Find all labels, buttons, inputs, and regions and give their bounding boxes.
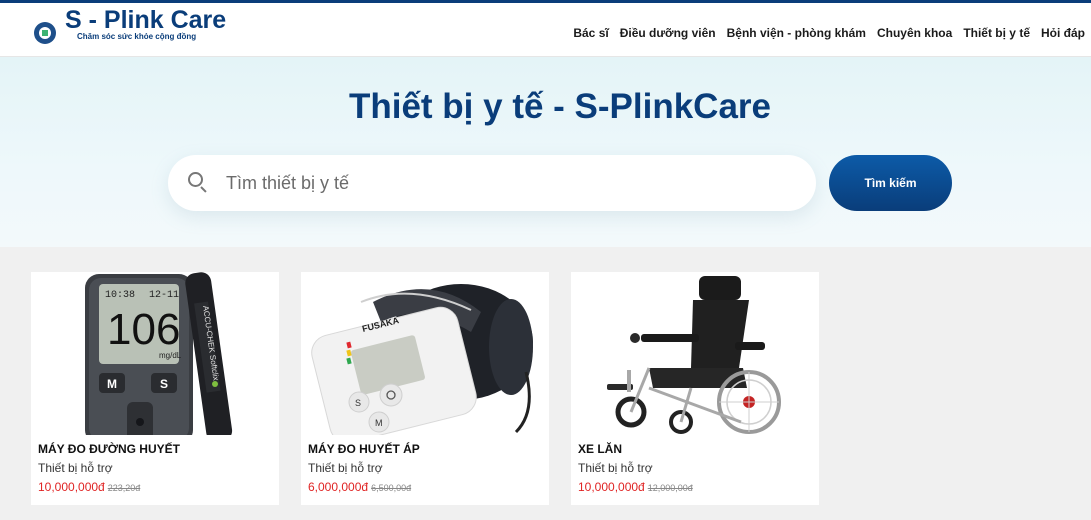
meter-button-s: S (160, 377, 168, 391)
page-title: Thiết bị y tế - S-PlinkCare (348, 87, 772, 126)
product-image: 10:38 12-11 106 mg/dL M S ACCU-CHEK Soft… (31, 272, 279, 435)
old-price: 6,500,00đ (371, 483, 412, 493)
product-category: Thiết bị hỗ trợ (38, 461, 113, 475)
old-price: 223,20đ (107, 483, 141, 493)
product-price: 6,000,000đ 6,500,00đ (308, 480, 411, 494)
current-price: 10,000,000đ (38, 480, 105, 494)
meter-time: 10:38 (105, 290, 135, 301)
logo-icon (34, 22, 56, 44)
nav-doctors[interactable]: Bác sĩ (573, 26, 608, 40)
blood-pressure-monitor-image: FUSAKA S M (301, 272, 549, 435)
wheelchair-image (571, 272, 819, 435)
current-price: 6,000,000đ (308, 480, 369, 494)
product-list: 10:38 12-11 106 mg/dL M S ACCU-CHEK Soft… (0, 247, 1091, 520)
product-card[interactable]: XE LĂN Thiết bị hỗ trợ 10,000,000đ 12,000… (571, 272, 819, 505)
logo-title: S - Plink Care (65, 6, 227, 34)
product-card[interactable]: 10:38 12-11 106 mg/dL M S ACCU-CHEK Soft… (31, 272, 279, 505)
bp-button-m: M (375, 418, 383, 428)
nav-hospitals-clinics[interactable]: Bệnh viện - phòng khám (727, 26, 866, 40)
main-nav: Bác sĩ Điều dưỡng viên Bệnh viện - phòng… (573, 26, 1085, 40)
product-image: FUSAKA S M (301, 272, 549, 435)
search-input[interactable] (226, 172, 786, 194)
search-icon (188, 172, 210, 194)
nav-nurses[interactable]: Điều dưỡng viên (620, 26, 716, 40)
glucose-meter-image: 10:38 12-11 106 mg/dL M S ACCU-CHEK Soft… (31, 272, 279, 435)
meter-reading: 106 (107, 305, 180, 354)
product-category: Thiết bị hỗ trợ (578, 461, 653, 475)
current-price: 10,000,000đ (578, 480, 645, 494)
product-image (571, 272, 819, 435)
product-price: 10,000,000đ 223,20đ (38, 480, 140, 494)
logo-text: S - Plink Care Chăm sóc sức khỏe cộng đồ… (65, 5, 226, 41)
site-logo[interactable]: S - Plink Care Chăm sóc sức khỏe cộng đồ… (34, 5, 226, 44)
search-box (168, 155, 816, 211)
bp-button-s: S (355, 398, 361, 408)
meter-unit: mg/dL (159, 351, 182, 360)
meter-date: 12-11 (149, 290, 179, 301)
product-name[interactable]: MÁY ĐO HUYẾT ÁP (308, 442, 420, 456)
meter-button-m: M (107, 377, 117, 391)
product-category: Thiết bị hỗ trợ (308, 461, 383, 475)
nav-specialties[interactable]: Chuyên khoa (877, 26, 952, 40)
product-card[interactable]: FUSAKA S M MÁY ĐO HUYẾT ÁP Thiết bị hỗ t… (301, 272, 549, 505)
search-button[interactable]: Tìm kiếm (829, 155, 952, 211)
nav-medical-devices[interactable]: Thiết bị y tế (963, 26, 1030, 40)
hero-section: Thiết bị y tế - S-PlinkCare Tìm kiếm (0, 57, 1091, 247)
top-navigation-bar: S - Plink Care Chăm sóc sức khỏe cộng đồ… (0, 0, 1091, 57)
old-price: 12,000,00đ (647, 483, 693, 493)
nav-faq[interactable]: Hỏi đáp (1041, 26, 1085, 40)
product-price: 10,000,000đ 12,000,00đ (578, 480, 693, 494)
product-name[interactable]: XE LĂN (578, 442, 622, 456)
product-name[interactable]: MÁY ĐO ĐƯỜNG HUYẾT (38, 442, 180, 456)
